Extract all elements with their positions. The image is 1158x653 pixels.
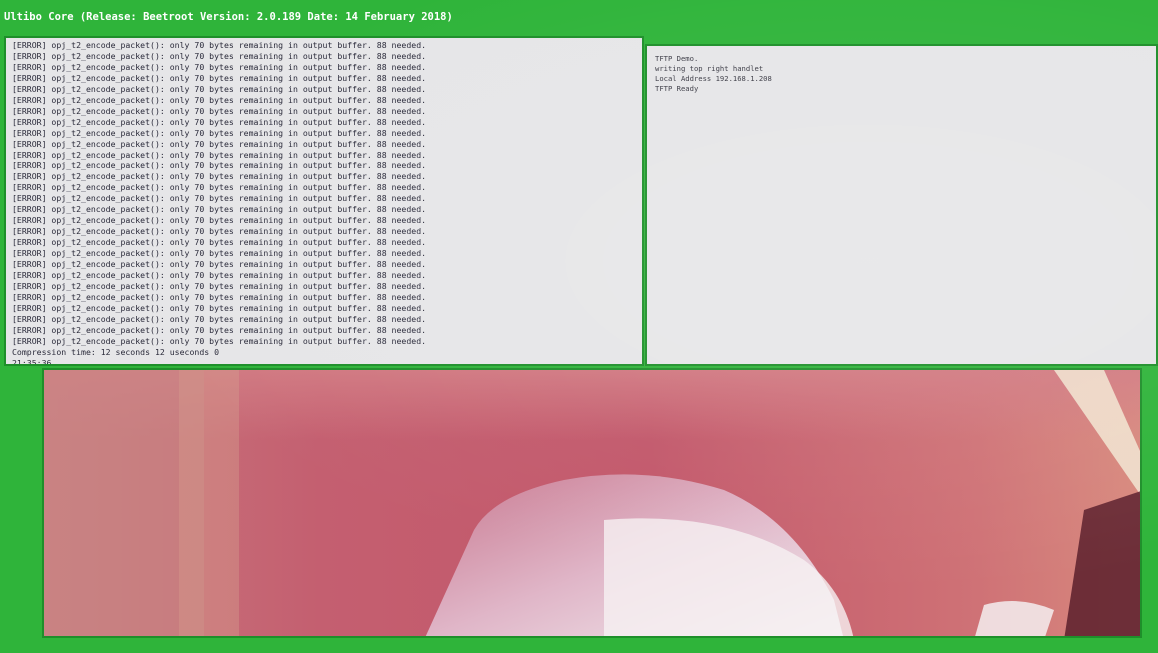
- status-panel: TFTP Demo. writing top right handlet Local…: [645, 44, 1158, 366]
- console-line: [ERROR] opj_t2_encode_packet(): only 70 …: [12, 50, 427, 61]
- console-panel: [ERROR] opj_t2_encode_packet(): only 70 …: [4, 36, 644, 366]
- console-line: [ERROR] opj_t2_encode_packet(): only 70 …: [12, 105, 427, 116]
- console-line: [ERROR] opj_t2_encode_packet(): only 70 …: [12, 116, 427, 127]
- console-line: [ERROR] opj_t2_encode_packet(): only 70 …: [12, 313, 427, 324]
- status-line: Local Address 192.168.1.208: [655, 74, 772, 83]
- console-line: [ERROR] opj_t2_encode_packet(): only 70 …: [12, 160, 427, 171]
- console-line: [ERROR] opj_t2_encode_packet(): only 70 …: [12, 226, 427, 237]
- status-line: TFTP Ready: [655, 84, 699, 93]
- release-title: Ultibo Core (Release: Beetroot Version: …: [4, 11, 453, 23]
- console-line: [ERROR] opj_t2_encode_packet(): only 70 …: [12, 280, 427, 291]
- console-line: Compression time: 12 seconds 12 useconds…: [12, 346, 220, 357]
- console-line: [ERROR] opj_t2_encode_packet(): only 70 …: [12, 302, 427, 313]
- console-line: [ERROR] opj_t2_encode_packet(): only 70 …: [12, 40, 427, 50]
- console-log: [ERROR] opj_t2_encode_packet(): only 70 …: [12, 40, 427, 366]
- console-line: [ERROR] opj_t2_encode_packet(): only 70 …: [12, 248, 427, 259]
- console-line: [ERROR] opj_t2_encode_packet(): only 70 …: [12, 237, 427, 248]
- console-line: [ERROR] opj_t2_encode_packet(): only 70 …: [12, 171, 427, 182]
- console-line: [ERROR] opj_t2_encode_packet(): only 70 …: [12, 127, 427, 138]
- status-line: TFTP Demo.: [655, 54, 699, 63]
- status-log: TFTP Demo. writing top right handlet Local…: [655, 54, 772, 94]
- console-line: [ERROR] opj_t2_encode_packet(): only 70 …: [12, 291, 427, 302]
- display-screen: Ultibo Core (Release: Beetroot Version: …: [0, 0, 1158, 653]
- image-preview-panel: [42, 368, 1142, 638]
- console-line: 21:35:36: [12, 357, 52, 366]
- console-line: [ERROR] opj_t2_encode_packet(): only 70 …: [12, 138, 427, 149]
- console-line: [ERROR] opj_t2_encode_packet(): only 70 …: [12, 335, 427, 346]
- console-line: [ERROR] opj_t2_encode_packet(): only 70 …: [12, 182, 427, 193]
- console-line: [ERROR] opj_t2_encode_packet(): only 70 …: [12, 270, 427, 281]
- console-line: [ERROR] opj_t2_encode_packet(): only 70 …: [12, 72, 427, 83]
- console-line: [ERROR] opj_t2_encode_packet(): only 70 …: [12, 149, 427, 160]
- console-line: [ERROR] opj_t2_encode_packet(): only 70 …: [12, 193, 427, 204]
- console-line: [ERROR] opj_t2_encode_packet(): only 70 …: [12, 259, 427, 270]
- console-line: [ERROR] opj_t2_encode_packet(): only 70 …: [12, 83, 427, 94]
- console-line: [ERROR] opj_t2_encode_packet(): only 70 …: [12, 94, 427, 105]
- status-line: writing top right handlet: [655, 64, 764, 73]
- console-line: [ERROR] opj_t2_encode_packet(): only 70 …: [12, 204, 427, 215]
- title-bar: Ultibo Core (Release: Beetroot Version: …: [0, 0, 1158, 36]
- photo-image: [44, 370, 1140, 636]
- console-line: [ERROR] opj_t2_encode_packet(): only 70 …: [12, 324, 427, 335]
- console-line: [ERROR] opj_t2_encode_packet(): only 70 …: [12, 215, 427, 226]
- console-line: [ERROR] opj_t2_encode_packet(): only 70 …: [12, 61, 427, 72]
